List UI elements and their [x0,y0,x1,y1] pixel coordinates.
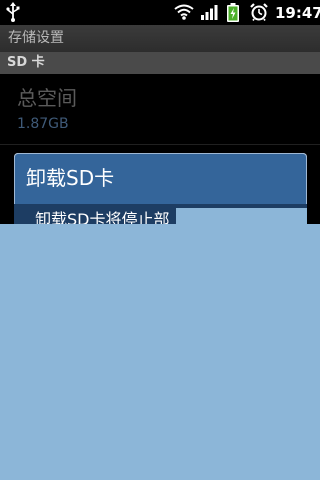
signal-icon [201,5,218,20]
status-bar: 19:47 [0,0,320,25]
category-header-sd-card: SD 卡 [0,52,320,74]
dialog-title-bar: 卸载SD卡 [14,153,307,204]
total-space-value: 1.87GB [17,116,69,132]
status-clock: 19:47 [275,4,320,22]
app-title-bar: 存储设置 [0,25,320,53]
page-title: 存储设置 [8,30,64,46]
overlay-panel [0,224,320,480]
total-space-item: 总空间 1.87GB [0,74,320,145]
dialog-title: 卸载SD卡 [26,166,115,190]
total-space-title: 总空间 [17,86,77,110]
battery-charging-icon [227,3,239,22]
wifi-icon [174,4,194,20]
overlay-panel-tab [176,208,307,224]
category-label: SD 卡 [7,55,45,70]
background-edge [307,208,320,224]
usb-icon [6,2,20,22]
alarm-icon [250,3,268,21]
